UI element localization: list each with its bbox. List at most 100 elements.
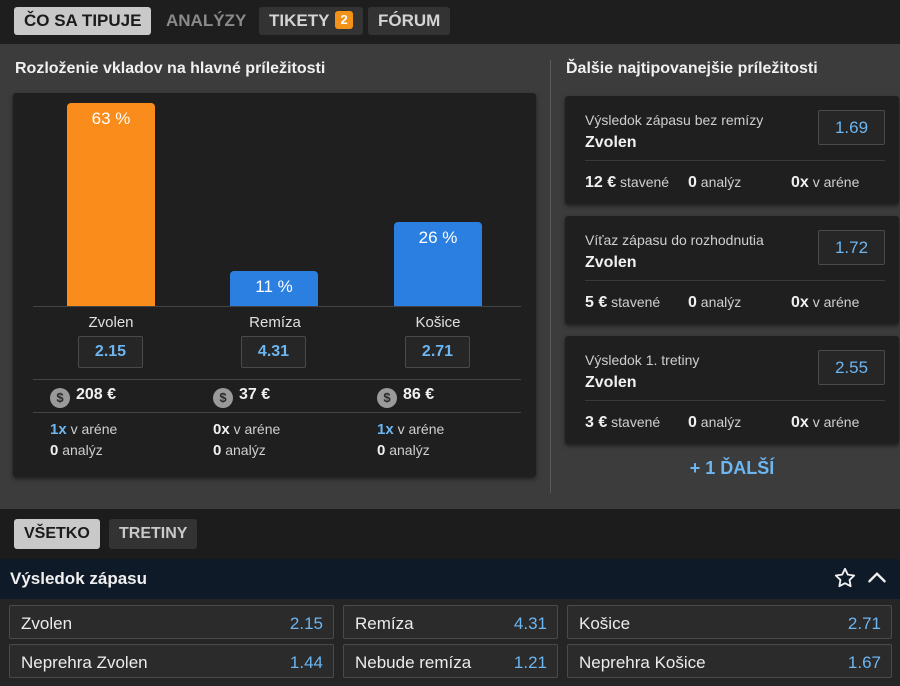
opportunity-odds-button[interactable]: 1.72	[818, 230, 885, 265]
analyses-count: 0	[377, 442, 386, 459]
odds-cell-label: Zvolen	[21, 614, 73, 633]
panel-divider	[550, 60, 551, 493]
analyses-label: analýz	[700, 294, 742, 310]
stake-value: 3 €	[585, 414, 608, 431]
opportunity-market: Víťaz zápasu do rozhodnutia	[585, 232, 764, 248]
distribution-bar: 11 %	[230, 271, 318, 306]
analyses-count: 0	[688, 414, 697, 431]
opportunity-odds-button[interactable]: 2.55	[818, 350, 885, 385]
star-icon[interactable]	[832, 565, 858, 591]
arena-line: 1x v aréne	[50, 419, 117, 440]
tab-tikety[interactable]: TIKETY 2	[259, 7, 363, 35]
arena-count: 0x	[791, 294, 809, 311]
opportunity-team: Zvolen	[585, 254, 637, 271]
odds-cell-label: Košice	[579, 614, 631, 633]
odds-cell[interactable]: Košice 2.71	[567, 605, 892, 639]
analyses-label: analýz	[62, 442, 103, 458]
opportunity-odds-button[interactable]: 1.69	[818, 110, 885, 145]
odds-cell[interactable]: Neprehra Košice 1.67	[567, 644, 892, 678]
stake-label: stavené	[611, 294, 661, 310]
analyses-count: 0	[688, 294, 697, 311]
analyses-label: analýz	[700, 174, 742, 190]
analyses-label: analýz	[389, 442, 430, 458]
top-opportunities-title: Ďalšie najtipovanejšie príležitosti	[566, 60, 818, 77]
arena-label: v aréne	[812, 174, 860, 190]
dollar-coin-icon: $	[213, 388, 233, 408]
analyses-label: analýz	[700, 414, 742, 430]
outcome-odds-button[interactable]: 2.71	[405, 336, 470, 368]
dollar-coin-icon: $	[377, 388, 397, 408]
outcome-name: Remíza	[249, 314, 301, 331]
arena-count: 0x	[213, 421, 230, 438]
tab-forum[interactable]: FÓRUM	[368, 7, 451, 35]
outcome-odds-button[interactable]: 4.31	[241, 336, 306, 368]
tab-co-sa-tipuje[interactable]: ČO SA TIPUJE	[14, 7, 152, 35]
stake-distribution-title: Rozloženie vkladov na hlavné príležitost…	[15, 60, 326, 77]
arena-label: v aréne	[812, 294, 860, 310]
card-divider	[585, 160, 885, 161]
arena-label: v aréne	[233, 421, 281, 437]
outcome-odds-button[interactable]: 2.15	[78, 336, 143, 368]
bar-chart: 63 % 11 % 26 %	[13, 93, 536, 306]
row-divider	[33, 412, 521, 413]
odds-cell-value: 2.71	[847, 614, 881, 633]
outcome-meta: 0x v aréne 0 analýz	[213, 419, 280, 461]
outcome-name: Zvolen	[88, 314, 134, 331]
opportunity-market: Výsledok 1. tretiny	[585, 352, 700, 368]
opportunity-team: Zvolen	[585, 374, 637, 391]
odds-cell-label: Nebude remíza	[355, 653, 472, 672]
opportunity-stake: 5 € stavené	[585, 294, 660, 312]
opportunity-card[interactable]: Výsledok 1. tretiny Zvolen 2.55 3 € stav…	[565, 336, 899, 444]
tab-analyzy[interactable]: ANALÝZY	[156, 7, 256, 35]
opportunity-arena: 0x v aréne	[791, 174, 859, 192]
analyses-line: 0 analýz	[377, 440, 444, 461]
row-divider	[33, 379, 521, 380]
outcome-meta: 1x v aréne 0 analýz	[377, 419, 444, 461]
odds-cell-value: 1.21	[513, 653, 547, 672]
filter-tab-tretiny[interactable]: TRETINY	[109, 519, 198, 549]
odds-cell[interactable]: Zvolen 2.15	[9, 605, 334, 639]
opportunity-stake: 12 € stavené	[585, 174, 669, 192]
stake-label: stavené	[620, 174, 670, 190]
market-title: Výsledok zápasu	[10, 569, 148, 588]
analyses-count: 0	[50, 442, 59, 459]
opportunity-card[interactable]: Výsledok zápasu bez remízy Zvolen 1.69 1…	[565, 96, 899, 204]
chevron-up-icon[interactable]	[864, 565, 890, 591]
filter-tab-vsetko[interactable]: VŠETKO	[14, 519, 100, 549]
stake-amount: $208 €	[50, 386, 116, 408]
arena-count: 1x	[377, 421, 394, 438]
odds-cell[interactable]: Neprehra Zvolen 1.44	[9, 644, 334, 678]
odds-cell-label: Neprehra Košice	[579, 653, 706, 672]
analyses-line: 0 analýz	[213, 440, 280, 461]
arena-label: v aréne	[812, 414, 860, 430]
market-odds-grid: Zvolen 2.15 Remíza 4.31 Košice 2.71 Nepr…	[0, 599, 900, 686]
market-filter-bar: VŠETKO TRETINY	[0, 509, 900, 559]
analyses-line: 0 analýz	[50, 440, 117, 461]
stake-value: 12 €	[585, 174, 617, 191]
bar-percent-label: 11 %	[255, 277, 293, 296]
card-divider	[585, 280, 885, 281]
analyses-count: 0	[688, 174, 697, 191]
opportunity-arena: 0x v aréne	[791, 414, 859, 432]
show-more-opportunities-link[interactable]: + 1 ĎALŠÍ	[565, 458, 899, 479]
opportunity-stake: 3 € stavené	[585, 414, 660, 432]
outcome-meta: 1x v aréne 0 analýz	[50, 419, 117, 461]
stake-value: 37 €	[239, 386, 271, 403]
odds-cell-value: 4.31	[513, 614, 547, 633]
opportunity-analyses: 0 analýz	[688, 174, 741, 192]
analyses-count: 0	[213, 442, 222, 459]
odds-cell-value: 1.44	[289, 653, 323, 672]
tikety-count-badge: 2	[335, 11, 353, 29]
odds-cell-value: 1.67	[847, 653, 881, 672]
stake-amount: $86 €	[377, 386, 434, 408]
odds-cell[interactable]: Nebude remíza 1.21	[343, 644, 558, 678]
opportunity-analyses: 0 analýz	[688, 294, 741, 312]
odds-cell[interactable]: Remíza 4.31	[343, 605, 558, 639]
stake-value: 86 €	[403, 386, 435, 403]
market-header[interactable]: Výsledok zápasu	[0, 559, 900, 599]
analyses-label: analýz	[225, 442, 266, 458]
distribution-bar: 26 %	[394, 222, 482, 306]
stake-distribution-card: 63 % 11 % 26 % Zvolen 2.15 Remíza 4.31 Koš…	[13, 93, 536, 477]
opportunity-card[interactable]: Víťaz zápasu do rozhodnutia Zvolen 1.72 …	[565, 216, 899, 324]
arena-label: v aréne	[397, 421, 445, 437]
